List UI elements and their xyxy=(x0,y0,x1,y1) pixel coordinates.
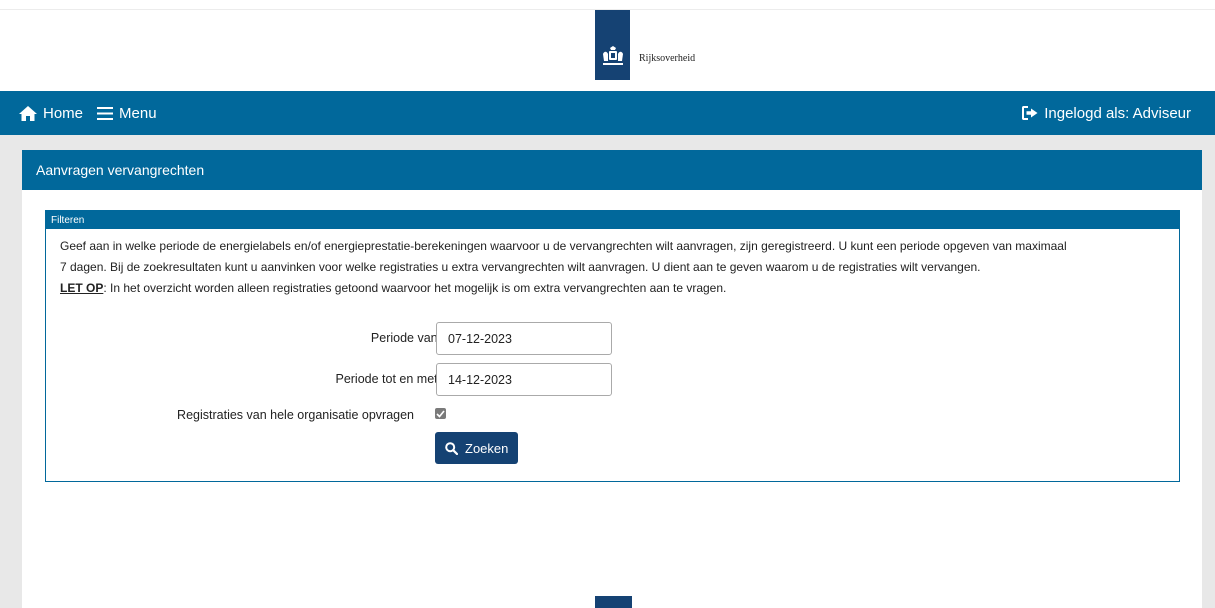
organisatie-label: Registraties van hele organisatie opvrag… xyxy=(177,408,414,422)
intro-line-2: 7 dagen. Bij de zoekresultaten kunt u aa… xyxy=(60,260,981,274)
main-panel: Aanvragen vervangrechten Filteren Geef a… xyxy=(22,150,1202,608)
checkmark-icon xyxy=(436,409,445,418)
periode-tot-label: Periode tot en met * xyxy=(246,372,446,386)
letop-text: : In het overzicht worden alleen registr… xyxy=(103,281,727,295)
periode-van-label: Periode van * xyxy=(266,331,446,345)
intro-line-3: LET OP: In het overzicht worden alleen r… xyxy=(60,278,1165,299)
nav-login-label: Ingelogd als: Adviseur xyxy=(1044,104,1191,122)
home-icon xyxy=(19,105,37,121)
sign-out-icon xyxy=(1022,106,1038,120)
nav-menu[interactable]: Menu xyxy=(97,105,157,122)
nav-menu-label: Menu xyxy=(119,104,157,122)
search-button-label: Zoeken xyxy=(465,440,509,456)
periode-van-label-text: Periode van xyxy=(370,331,438,345)
nav-home-label: Home xyxy=(43,104,84,122)
rijksoverheid-logo: Rijksoverheid xyxy=(595,10,695,80)
coat-of-arms-icon xyxy=(602,46,623,65)
filter-intro: Geef aan in welke periode de energielabe… xyxy=(46,229,1179,299)
top-navbar: Home Menu Ingelogd als: Adviseur xyxy=(0,91,1215,135)
footer-logo-bar xyxy=(595,596,632,608)
nav-login-status[interactable]: Ingelogd als: Adviseur xyxy=(1022,105,1191,122)
logo-emblem xyxy=(595,10,630,80)
search-icon xyxy=(445,441,458,455)
hamburger-icon xyxy=(97,106,114,120)
filter-title: Filteren xyxy=(46,211,1179,229)
periode-tot-input[interactable] xyxy=(436,363,612,396)
organisatie-checkbox[interactable] xyxy=(435,408,446,419)
logo-text: Rijksoverheid xyxy=(639,53,696,64)
periode-tot-label-text: Periode tot en met xyxy=(335,372,438,386)
periode-van-input[interactable] xyxy=(436,322,612,355)
intro-line-1: Geef aan in welke periode de energielabe… xyxy=(60,239,1067,253)
search-button[interactable]: Zoeken xyxy=(435,432,519,464)
page-title: Aanvragen vervangrechten xyxy=(22,150,1202,190)
nav-home[interactable]: Home xyxy=(19,105,83,122)
letop-label: LET OP xyxy=(60,281,104,295)
filter-section: Filteren Geef aan in welke periode de en… xyxy=(45,210,1180,482)
